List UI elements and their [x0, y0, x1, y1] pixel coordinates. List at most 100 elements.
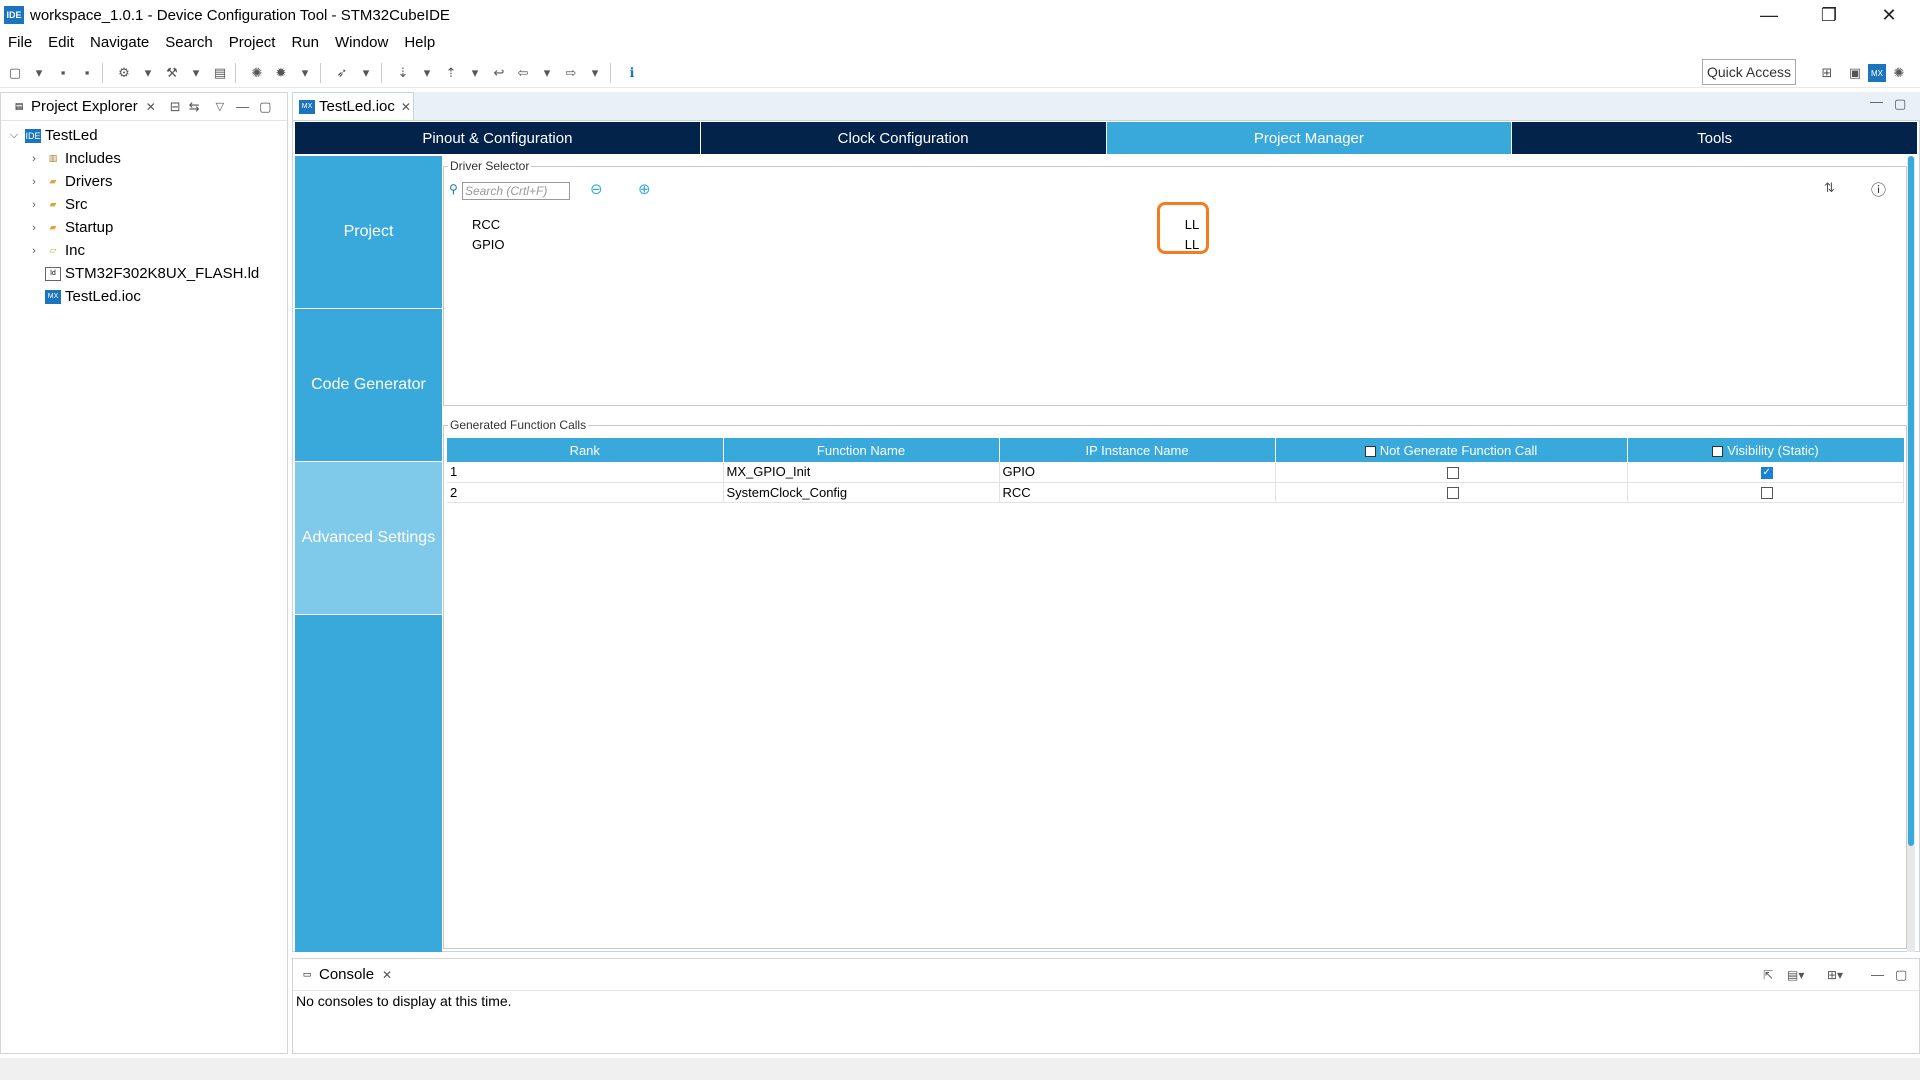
- tab-clock-configuration[interactable]: Clock Configuration: [700, 122, 1107, 154]
- sort-icon[interactable]: ⇅: [1824, 180, 1835, 196]
- mx-perspective-icon[interactable]: MX: [1868, 64, 1886, 82]
- tree-item-includes[interactable]: › ▥ Includes: [1, 147, 287, 170]
- close-icon[interactable]: ✕: [146, 100, 156, 114]
- menu-navigate[interactable]: Navigate: [82, 34, 157, 51]
- quick-access-field[interactable]: Quick Access: [1702, 59, 1796, 85]
- tree-item-ld-file[interactable]: ld STM32F302K8UX_FLASH.ld: [1, 262, 287, 285]
- side-nav-advanced-settings[interactable]: Advanced Settings: [295, 462, 442, 615]
- dropdown-icon[interactable]: ▾: [466, 64, 484, 82]
- menu-file[interactable]: File: [0, 34, 40, 51]
- next-annotation-icon[interactable]: ⇣: [394, 64, 412, 82]
- chevron-right-icon[interactable]: ›: [27, 199, 41, 211]
- pin-console-icon[interactable]: ⇱: [1763, 968, 1773, 982]
- minimize-editor-icon[interactable]: —: [1870, 94, 1883, 109]
- menu-edit[interactable]: Edit: [40, 34, 82, 51]
- dropdown-icon[interactable]: ▾: [30, 64, 48, 82]
- dropdown-icon[interactable]: ▾: [296, 64, 314, 82]
- close-icon[interactable]: ✕: [401, 100, 411, 114]
- close-button[interactable]: ✕: [1860, 0, 1918, 30]
- chevron-right-icon[interactable]: ›: [27, 245, 41, 257]
- dropdown-icon[interactable]: ▾: [139, 64, 157, 82]
- column-visibility-static[interactable]: Visibility (Static): [1627, 438, 1904, 462]
- side-nav-project[interactable]: Project: [295, 156, 442, 309]
- open-console-icon[interactable]: ⊞▾: [1827, 968, 1843, 982]
- info-icon[interactable]: ⓘ: [1871, 179, 1886, 200]
- prev-annotation-icon[interactable]: ⇡: [442, 64, 460, 82]
- column-function-name[interactable]: Function Name: [723, 438, 1000, 462]
- tree-item-testled[interactable]: ⌵ IDE TestLed: [1, 124, 287, 147]
- maximize-view-icon[interactable]: ▢: [1895, 967, 1907, 983]
- dropdown-icon[interactable]: ▾: [187, 64, 205, 82]
- view-menu-icon[interactable]: ▽: [216, 100, 224, 113]
- menu-project[interactable]: Project: [221, 34, 284, 51]
- new-icon[interactable]: ▢: [6, 64, 24, 82]
- menu-window[interactable]: Window: [327, 34, 396, 51]
- back-icon[interactable]: ⇦: [514, 64, 532, 82]
- tree-item-startup[interactable]: › ▰ Startup: [1, 216, 287, 239]
- visibility-all-checkbox[interactable]: [1712, 445, 1724, 457]
- maximize-editor-icon[interactable]: ▢: [1894, 96, 1906, 112]
- chevron-right-icon[interactable]: ›: [27, 176, 41, 188]
- maximize-view-icon[interactable]: ▢: [259, 99, 271, 115]
- tree-item-drivers[interactable]: › ▰ Drivers: [1, 170, 287, 193]
- device-icon[interactable]: ▤: [211, 64, 229, 82]
- minimize-button[interactable]: —: [1740, 0, 1798, 30]
- project-icon: IDE: [25, 128, 41, 143]
- next-match-icon[interactable]: ⊕: [638, 180, 651, 198]
- last-edit-icon[interactable]: ↩: [490, 64, 508, 82]
- menu-run[interactable]: Run: [283, 34, 327, 51]
- tree-item-ioc-file[interactable]: MX TestLed.ioc: [1, 285, 287, 308]
- close-icon[interactable]: ✕: [382, 968, 392, 982]
- column-rank[interactable]: Rank: [447, 438, 724, 462]
- column-not-generate[interactable]: Not Generate Function Call: [1275, 438, 1628, 462]
- tab-tools[interactable]: Tools: [1512, 122, 1917, 154]
- not-generate-checkbox[interactable]: [1446, 466, 1459, 479]
- not-generate-checkbox[interactable]: [1446, 487, 1459, 500]
- save-all-icon[interactable]: ▪: [78, 64, 96, 82]
- chevron-down-icon[interactable]: ⌵: [7, 129, 21, 142]
- scrollbar-thumb[interactable]: [1908, 156, 1914, 846]
- visibility-checkbox[interactable]: [1760, 487, 1773, 500]
- link-editor-icon[interactable]: ⇆: [189, 99, 200, 115]
- open-perspective-icon[interactable]: ⊞: [1818, 64, 1836, 82]
- settings-icon[interactable]: ⚙: [115, 64, 133, 82]
- tab-project-manager[interactable]: Project Manager: [1106, 122, 1513, 154]
- forward-icon[interactable]: ⇨: [562, 64, 580, 82]
- menu-search[interactable]: Search: [157, 34, 221, 51]
- tree-item-src[interactable]: › ▰ Src: [1, 193, 287, 216]
- chevron-right-icon[interactable]: ›: [27, 222, 41, 234]
- tree-item-inc[interactable]: › ▱ Inc: [1, 239, 287, 262]
- side-nav-code-generator[interactable]: Code Generator: [295, 309, 442, 462]
- chevron-right-icon[interactable]: ›: [27, 153, 41, 165]
- info-icon[interactable]: ℹ: [623, 64, 641, 82]
- includes-folder-icon: ▥: [48, 153, 58, 163]
- column-ip-instance-name[interactable]: IP Instance Name: [999, 438, 1276, 462]
- minimize-view-icon[interactable]: —: [236, 99, 249, 114]
- table-row[interactable]: 1 MX_GPIO_Init GPIO ✓: [447, 462, 1904, 483]
- editor-tab-testled-ioc[interactable]: MX TestLed.ioc ✕: [292, 92, 414, 120]
- debug-icon[interactable]: ✹: [272, 64, 290, 82]
- debug-perspective-icon[interactable]: ✺: [1890, 64, 1908, 82]
- not-generate-all-checkbox[interactable]: [1364, 445, 1376, 457]
- visibility-checkbox[interactable]: ✓: [1760, 466, 1773, 479]
- editor-scrollbar[interactable]: [1907, 156, 1915, 952]
- dropdown-icon[interactable]: ▾: [418, 64, 436, 82]
- main-toolbar: ▢ ▾ ▪ ▪ ⚙ ▾ ⚒ ▾ ▤ ✺ ✹ ▾ ➶ ▾ ⇣ ▾ ⇡ ▾ ↩ ⇦ …: [0, 58, 1920, 88]
- previous-match-icon[interactable]: ⊖: [590, 180, 603, 198]
- table-row[interactable]: 2 SystemClock_Config RCC: [447, 482, 1904, 503]
- dropdown-icon[interactable]: ▾: [586, 64, 604, 82]
- display-console-icon[interactable]: ▤▾: [1787, 968, 1804, 982]
- dropdown-icon[interactable]: ▾: [538, 64, 556, 82]
- collapse-all-icon[interactable]: ⊟: [170, 99, 181, 115]
- cpp-perspective-icon[interactable]: ▣: [1846, 64, 1864, 82]
- driver-search-input[interactable]: Search (Crtl+F): [462, 182, 570, 200]
- build-icon[interactable]: ⚒: [163, 64, 181, 82]
- tab-pinout-configuration[interactable]: Pinout & Configuration: [295, 122, 701, 154]
- run-tool-icon[interactable]: ➶: [333, 64, 351, 82]
- dropdown-icon[interactable]: ▾: [357, 64, 375, 82]
- bug-icon[interactable]: ✺: [248, 64, 266, 82]
- save-icon[interactable]: ▪: [54, 64, 72, 82]
- menu-help[interactable]: Help: [396, 34, 443, 51]
- restore-button[interactable]: ❐: [1800, 0, 1858, 30]
- minimize-view-icon[interactable]: —: [1871, 967, 1884, 982]
